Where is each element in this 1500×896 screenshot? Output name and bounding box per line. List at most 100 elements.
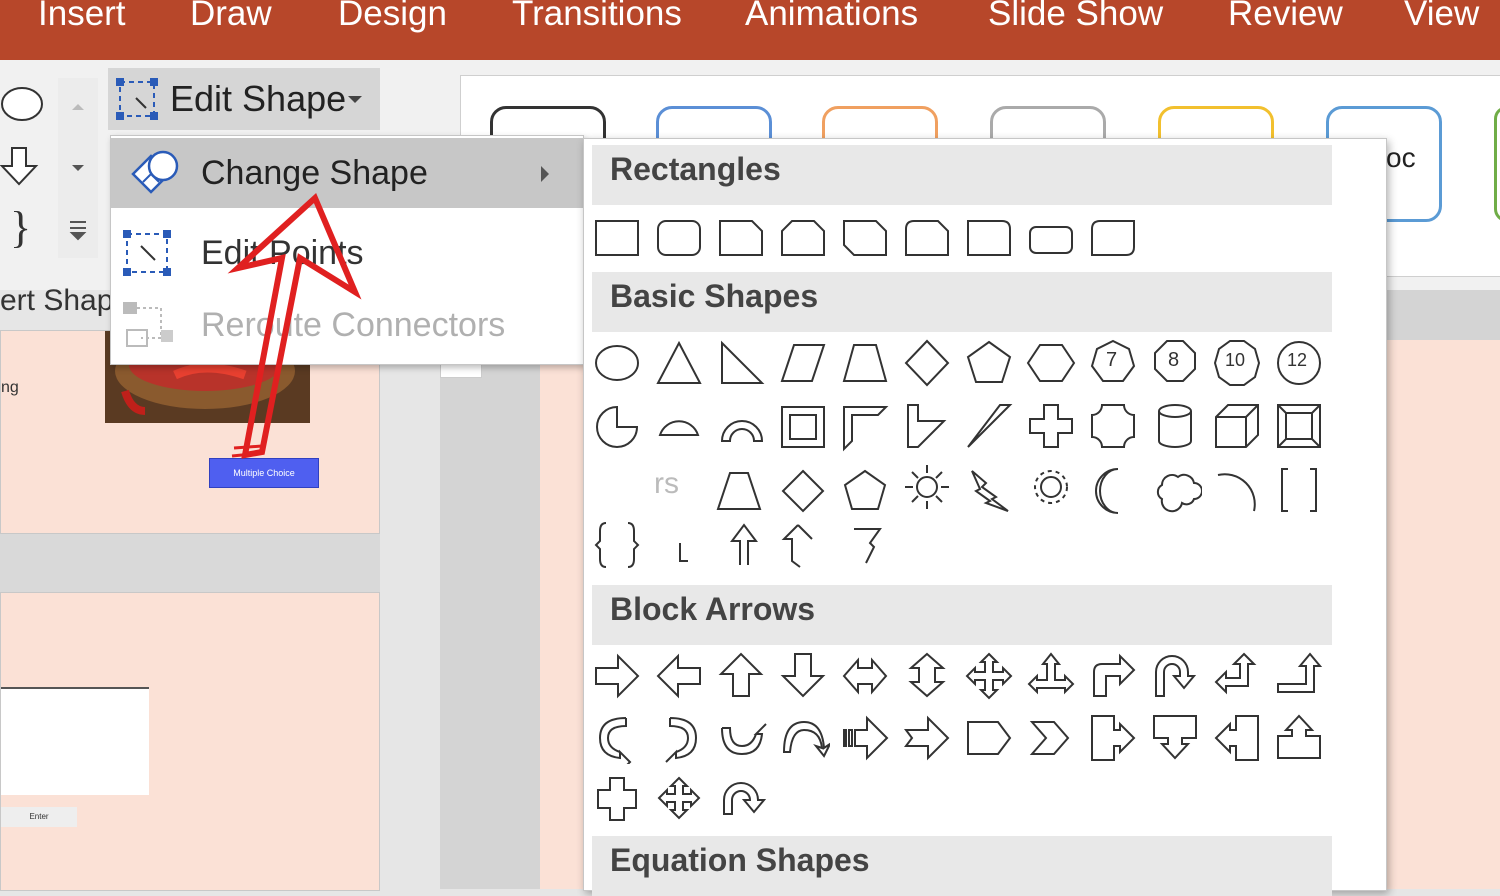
shape-cross[interactable] (1026, 401, 1078, 453)
shape-block-arc[interactable] (716, 401, 768, 453)
shape-round-corner-rectangle[interactable] (964, 213, 1016, 265)
reroute-connectors-icon (123, 302, 173, 347)
shape-chord[interactable] (654, 401, 706, 453)
shape-dodecagon[interactable]: 12 (1274, 337, 1326, 389)
tab-transitions[interactable]: Transitions (512, 0, 682, 34)
shape-right-brace[interactable] (840, 519, 892, 571)
shape-diamond[interactable] (902, 337, 954, 389)
shape-sun[interactable] (902, 461, 954, 513)
menu-item-edit-points[interactable]: Edit Points (111, 218, 583, 288)
shape-striped-right-arrow[interactable] (840, 712, 892, 764)
shape-left-arrow-callout[interactable] (1212, 712, 1264, 764)
shape-left-right-up-arrow[interactable] (1026, 650, 1078, 702)
shape-curved-left-arrow[interactable] (654, 712, 706, 764)
shape-half-frame[interactable] (840, 401, 892, 453)
shape-number-label: 10 (1225, 350, 1246, 370)
tab-review[interactable]: Review (1228, 0, 1343, 34)
shape-diagonal-stripe[interactable] (964, 401, 1016, 453)
shape-double-brace[interactable] (592, 519, 644, 571)
tab-insert[interactable]: Insert (38, 0, 126, 34)
shape-curved-arrow[interactable] (716, 519, 768, 571)
shape-quad-arrow-star[interactable] (654, 774, 706, 826)
slide-thumbnail[interactable]: Enter (0, 592, 380, 891)
shape-quad-arrow-callout[interactable] (592, 774, 644, 826)
shape-left-right-arrow[interactable] (840, 650, 892, 702)
shape-regular-pentagon[interactable] (840, 465, 892, 517)
shape-curved-right-arrow[interactable] (592, 712, 644, 775)
shape-l-shape[interactable] (902, 401, 954, 453)
shape-isosceles-triangle[interactable] (654, 337, 706, 389)
shape-left-up-arrow[interactable] (1212, 650, 1264, 702)
shape-octagon[interactable]: 8 (1150, 337, 1202, 389)
shape-left-arrow[interactable] (654, 650, 706, 702)
tab-view[interactable]: View (1404, 0, 1479, 34)
shape-u-turn-arrow[interactable] (1150, 650, 1202, 702)
shape-bevel[interactable] (1274, 401, 1326, 453)
shape-down-arrow-callout[interactable] (1150, 712, 1202, 764)
shape-double-bracket[interactable] (1274, 465, 1326, 517)
shape-moon[interactable] (1088, 465, 1140, 517)
shape-round-snip-rectangle[interactable] (902, 213, 954, 265)
shape-number-label: 8 (1168, 349, 1180, 371)
shape-quad-arrow[interactable] (964, 650, 1016, 702)
shape-number-label: 12 (1287, 350, 1308, 370)
tab-draw[interactable]: Draw (190, 0, 272, 34)
shape-pentagon[interactable] (964, 337, 1016, 389)
shape-curved-up-arrow[interactable] (716, 712, 768, 764)
shape-diamond-outline[interactable] (778, 465, 830, 517)
shape-hexagon[interactable] (1026, 337, 1078, 389)
shape-sun-2[interactable] (1026, 461, 1078, 513)
tab-animations[interactable]: Animations (745, 0, 918, 34)
shape-frame[interactable] (778, 401, 830, 453)
menu-item-change-shape[interactable]: Change Shape (111, 138, 583, 208)
tab-design[interactable]: Design (338, 0, 447, 34)
shape-cube[interactable] (1212, 401, 1264, 453)
shape-up-arrow-callout[interactable] (1274, 712, 1326, 764)
shape-decagon[interactable]: 10 (1212, 337, 1264, 389)
slide-thumbnail-panel: ng Multiple Choice Enter (0, 330, 380, 891)
shape-circular-arrow[interactable] (716, 774, 768, 826)
shape-rounded-rectangle[interactable] (654, 213, 706, 265)
shape-down-arrow[interactable] (778, 650, 830, 702)
shape-notched-right-arrow[interactable] (902, 712, 954, 764)
shape-pie[interactable] (592, 401, 644, 453)
shape-chevron[interactable] (1026, 712, 1078, 764)
menu-item-label: Reroute Connectors (201, 306, 506, 344)
shape-oval[interactable] (592, 337, 644, 389)
tab-slide-show[interactable]: Slide Show (988, 0, 1163, 34)
thumbnail-small-button: Enter (1, 807, 77, 827)
shape-plaque[interactable] (1088, 401, 1140, 453)
shape-snip-two-corner-rectangle[interactable] (778, 213, 830, 265)
shape-bent-arrow[interactable] (1088, 650, 1140, 702)
shape-left-brace[interactable] (778, 519, 830, 571)
shape-rectangle[interactable] (592, 213, 644, 265)
shape-curved-down-arrow[interactable] (778, 712, 833, 764)
shape-right-arrow[interactable] (592, 650, 644, 702)
partial-text: rs (654, 467, 679, 500)
shape-right-arrow-callout[interactable] (1088, 712, 1140, 764)
shape-bent-up-arrow[interactable] (1274, 650, 1326, 702)
shape-can[interactable] (1150, 401, 1202, 453)
change-shape-gallery: Rectangles Basic Shapes Block Arrows Equ… (583, 138, 1387, 896)
shape-up-arrow[interactable] (716, 650, 768, 702)
edit-shape-button[interactable]: Edit Shape (108, 68, 380, 130)
shape-trapezoid[interactable] (840, 337, 892, 389)
shape-pentagon-arrow[interactable] (964, 712, 1016, 764)
section-header-block-arrows: Block Arrows (592, 585, 1332, 645)
thumbnail-textbox (1, 687, 149, 795)
shape-lightning-bolt[interactable] (964, 465, 1016, 517)
shape-up-down-arrow[interactable] (902, 650, 954, 702)
shape-parallelogram[interactable] (778, 337, 830, 389)
shape-right-triangle[interactable] (716, 337, 768, 389)
style-swatch[interactable] (1494, 106, 1500, 222)
shape-round-same-side-rectangle[interactable] (1026, 213, 1078, 265)
shape-heptagon[interactable]: 7 (1088, 337, 1140, 389)
shape-arc[interactable] (1212, 465, 1264, 517)
shape-folded-corner[interactable] (716, 465, 768, 517)
style-swatch-text: oc (1386, 142, 1416, 173)
shape-left-bracket[interactable] (654, 519, 706, 571)
shape-snip-diagonal-rectangle[interactable] (840, 213, 892, 265)
shape-snip-corner-rectangle[interactable] (716, 213, 768, 265)
shape-round-diagonal-rectangle[interactable] (1088, 213, 1140, 265)
shape-cloud[interactable] (1150, 465, 1203, 517)
